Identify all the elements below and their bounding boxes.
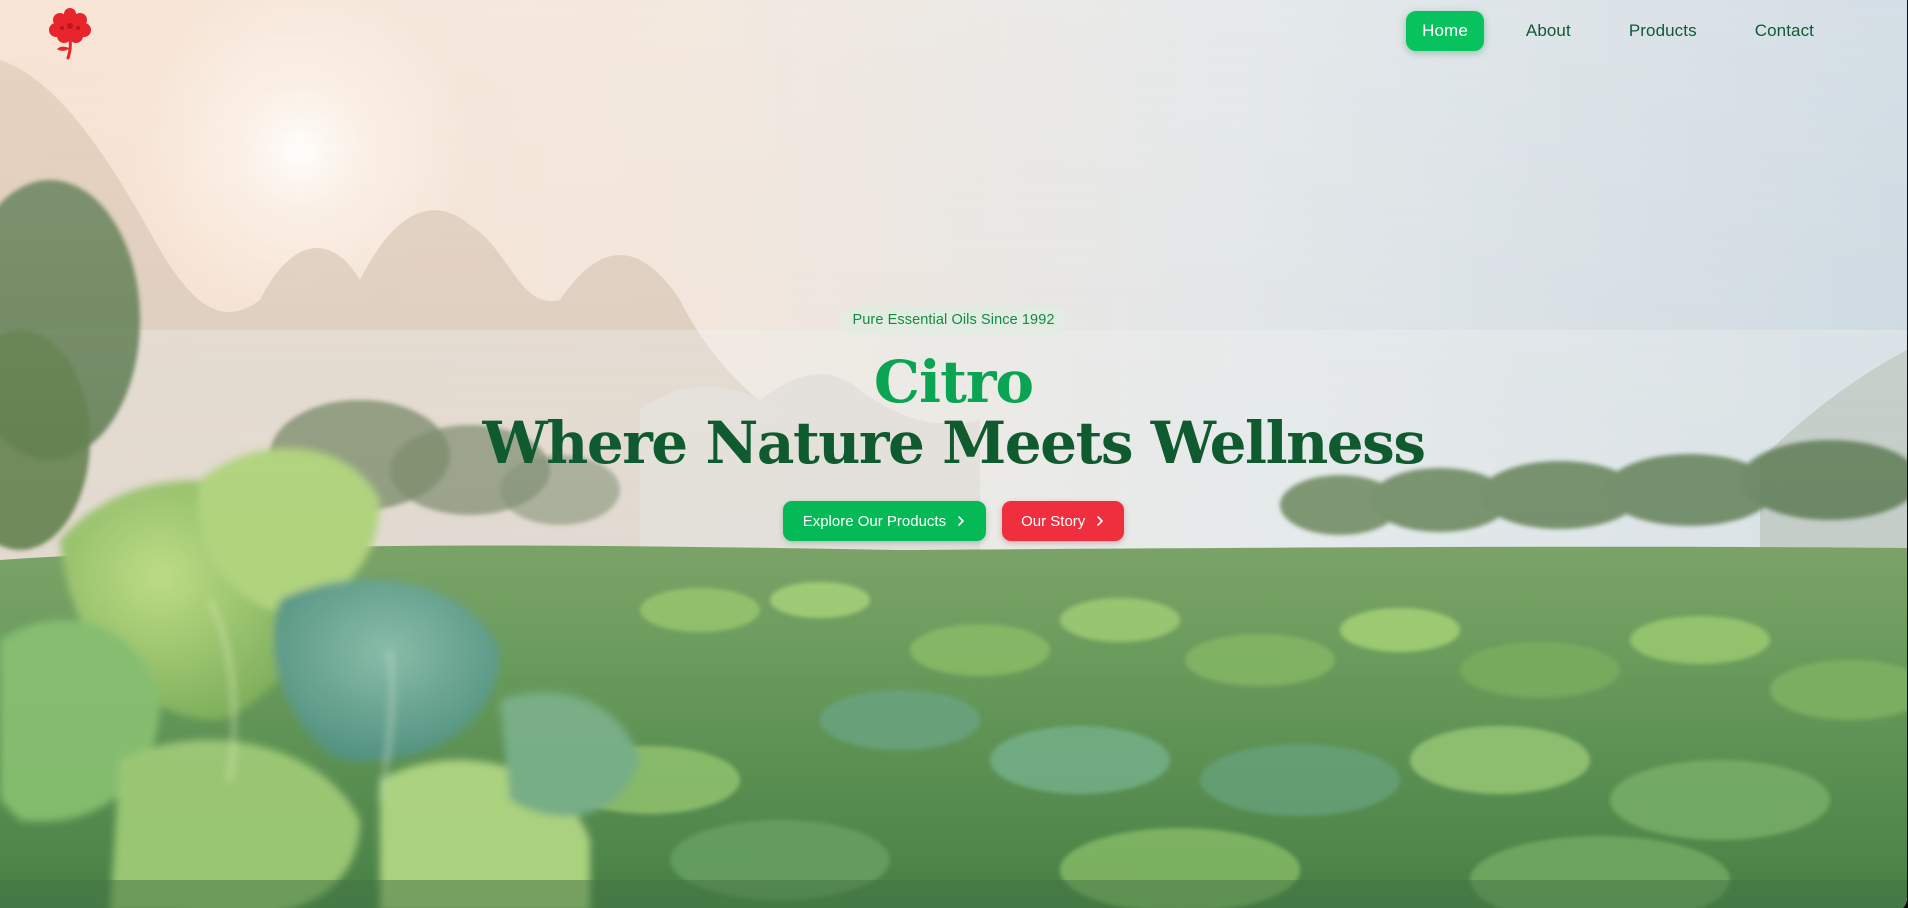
- browser-viewport: Home About Products Contact Pure Essenti…: [0, 0, 1908, 908]
- hero-section: Home About Products Contact Pure Essenti…: [0, 0, 1907, 908]
- hero-cta-group: Explore Our Products Our Story: [0, 501, 1907, 541]
- nav-home-link[interactable]: Home: [1406, 11, 1484, 51]
- hero-badge: Pure Essential Oils Since 1992: [840, 306, 1067, 335]
- nav-about-link[interactable]: About: [1510, 11, 1587, 51]
- chevron-right-icon: [958, 516, 964, 526]
- chevron-right-icon: [1097, 516, 1104, 526]
- hero-brand-title: Citro: [873, 348, 1034, 416]
- our-story-button-label: Our Story: [1021, 512, 1086, 530]
- red-flower-logo-icon[interactable]: [44, 6, 96, 60]
- hero-content: Pure Essential Oils Since 1992 Citro Whe…: [0, 306, 1907, 541]
- main-navigation: Home About Products Contact: [1406, 11, 1830, 51]
- nav-contact-link[interactable]: Contact: [1739, 11, 1830, 51]
- explore-products-button-label: Explore Our Products: [802, 512, 947, 530]
- nav-products-link[interactable]: Products: [1613, 11, 1713, 51]
- explore-products-button[interactable]: Explore Our Products: [782, 501, 987, 541]
- hero-tagline: Where Nature Meets Wellness: [482, 409, 1426, 477]
- our-story-button[interactable]: Our Story: [1002, 501, 1125, 541]
